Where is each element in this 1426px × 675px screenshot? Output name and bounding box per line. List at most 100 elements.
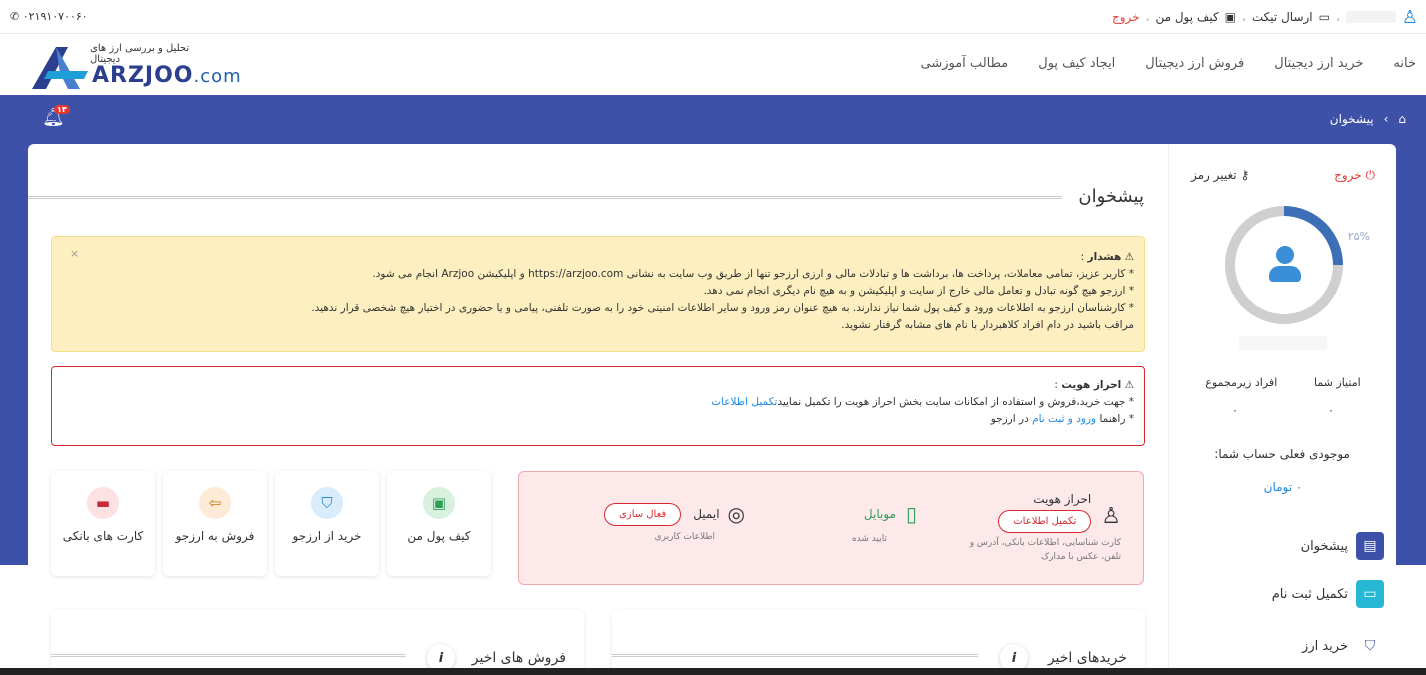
subs-label: افراد زیرمجموع — [1205, 376, 1278, 389]
ring-inner — [1235, 216, 1333, 314]
power-icon: ⏻ — [1365, 168, 1376, 182]
verification-status: ♙ احراز هویت تکمیل اطلاعات کارت شناسایی،… — [518, 471, 1144, 585]
activate-email-button[interactable]: فعال سازی — [604, 502, 682, 526]
balance-label: موجودی فعلی حساب شما: — [1214, 447, 1350, 461]
logo-mark-icon — [32, 47, 88, 89]
breadcrumb: ⌂ › پیشخوان — [1330, 112, 1406, 126]
sidebar-item-label: تکمیل ثبت نام — [1271, 586, 1348, 602]
sidebar-item-dashboard[interactable]: ▤ پیشخوان — [1168, 528, 1396, 564]
tile-my-wallet[interactable]: ▣ کیف پول من — [387, 471, 491, 576]
nav-buy-crypto[interactable]: خرید ارز دیجیتال — [1274, 56, 1363, 71]
panel-divider — [612, 654, 978, 657]
tile-label: کیف پول من — [407, 529, 471, 543]
change-password-link[interactable]: ⚷ تغییر رمز — [1191, 168, 1249, 183]
tile-bank-cards[interactable]: ▬ کارت های بانکی — [51, 471, 155, 576]
progress-percent: ۲۵% — [1347, 230, 1370, 243]
nav-sell-crypto[interactable]: فروش ارز دیجیتال — [1145, 56, 1244, 71]
phone-number[interactable]: ✆ ۰۲۱۹۱۰۷۰۰۶۰ — [10, 10, 88, 23]
wallet-icon: ▣ — [423, 487, 455, 519]
tile-sell[interactable]: ⇦ فروش به ارزجو — [163, 471, 267, 576]
phone-icon: ✆ — [10, 10, 20, 23]
top-bar: ✆ ۰۲۱۹۱۰۷۰۰۶۰ ♙ ، ▭ ارسال تیکت ، ▣ کیف پ… — [0, 0, 1426, 34]
wallet-link[interactable]: کیف پول من — [1155, 10, 1218, 24]
points-label: امتیاز شما — [1313, 376, 1361, 389]
identity-status-desc: کارت شناسایی، اطلاعات بانکی، آدرس و تلفن… — [969, 538, 1121, 562]
identity-line-2: * راهنما ورود و ثبت نام در ارزجو — [990, 413, 1134, 425]
globe-icon: ◎ — [727, 502, 745, 526]
tile-label: فروش به ارزجو — [175, 529, 255, 543]
username-blurred — [1239, 336, 1327, 350]
mobile-status: ▯ موبایل تایید شده — [797, 502, 917, 546]
sidebar-item-complete-registration[interactable]: ▭ تکمیل ثبت نام — [1168, 576, 1396, 612]
home-icon[interactable]: ⌂ — [1398, 112, 1406, 126]
taskbar — [0, 668, 1426, 675]
logo[interactable]: تحلیل و بررسی ارز های دیجیتال ARZJOO.com — [30, 41, 241, 91]
mobile-status-desc: تایید شده — [851, 534, 887, 544]
email-status-desc: اطلاعات کاربری — [654, 532, 715, 542]
sidebar-logout[interactable]: ⏻ خروج — [1334, 168, 1375, 183]
complete-info-link[interactable]: تکمیل اطلاعات — [711, 396, 777, 408]
warning-heading: ⚠ هشدار : — [1080, 251, 1134, 263]
separator: ، — [1242, 10, 1246, 24]
key-icon: ⚷ — [1240, 168, 1250, 182]
top-links: ♙ ، ▭ ارسال تیکت ، ▣ کیف پول من ، خروج — [1112, 4, 1418, 30]
panel-title: فروش های اخیر — [471, 650, 566, 666]
phone-text: ۰۲۱۹۱۰۷۰۰۶۰ — [22, 10, 88, 23]
identity-alert: ⚠ احراز هویت : * جهت خرید،فروش و استفاده… — [51, 366, 1145, 446]
identity-heading: ⚠ احراز هویت : — [1054, 379, 1134, 391]
warning-line-2: * ارزجو هیچ گونه تبادل و تعامل مالی خارج… — [703, 285, 1134, 297]
shopping-bag-icon: ⛉ — [1364, 638, 1376, 654]
logo-tagline: تحلیل و بررسی ارز های دیجیتال — [90, 43, 190, 65]
send-ticket-link[interactable]: ارسال تیکت — [1252, 10, 1313, 24]
user-icon[interactable]: ♙ — [1402, 7, 1418, 28]
close-icon[interactable]: × — [70, 245, 79, 262]
tile-label: خرید از ارزجو — [292, 529, 362, 543]
points-value: ۰ — [1328, 404, 1334, 417]
email-status: ◎ ایمیل فعال سازی اطلاعات کاربری — [545, 502, 745, 544]
sell-bag-icon: ⇦ — [199, 487, 231, 519]
notification-bell-icon[interactable]: 🔔︎ ۱۳ — [42, 105, 70, 128]
complete-info-button[interactable]: تکمیل اطلاعات — [998, 510, 1092, 533]
sidebar-item-label: خرید ارز — [1302, 638, 1348, 654]
tablet-icon: ▯ — [905, 502, 917, 526]
logo-brand: ARZJOO.com — [92, 63, 242, 88]
title-divider — [28, 196, 1062, 199]
subs-value: ۰ — [1232, 404, 1238, 417]
wallet-icon: ▣ — [1224, 10, 1237, 24]
stats-values: ۰ ۰ — [1169, 404, 1397, 417]
nav-home[interactable]: خانه — [1393, 56, 1416, 71]
sidebar: ⏻ خروج ⚷ تغییر رمز ۲۵% امتیاز شما افراد … — [1168, 144, 1396, 675]
warning-alert: × ⚠ هشدار : * کاربر عزیز، تمامی معاملات،… — [51, 236, 1145, 352]
id-card-icon: ▭ — [1356, 580, 1384, 608]
user-outline-icon: ♙ — [1101, 504, 1121, 529]
warning-icon: ⚠ — [1124, 379, 1134, 391]
identity-status: ♙ احراز هویت تکمیل اطلاعات کارت شناسایی،… — [921, 492, 1121, 564]
nav-tutorials[interactable]: مطالب آموزشی — [921, 56, 1009, 71]
recent-sales-panel: i فروش های اخیر — [51, 610, 584, 675]
nav-create-wallet[interactable]: ایجاد کیف پول — [1038, 56, 1115, 71]
page-title: پیشخوان — [1078, 186, 1144, 207]
tile-buy[interactable]: ⛉ خرید از ارزجو — [275, 471, 379, 576]
ticket-icon: ▭ — [1318, 10, 1330, 24]
identity-line-1: * جهت خرید،فروش و استفاده از امکانات سای… — [711, 396, 1134, 408]
breadcrumb-current: پیشخوان — [1329, 112, 1374, 126]
sidebar-item-label: پیشخوان — [1300, 538, 1348, 554]
email-status-title: ایمیل — [693, 507, 720, 521]
mobile-status-title: موبایل — [863, 507, 896, 521]
login-guide-link[interactable]: ورود و ثبت نام — [1032, 413, 1096, 425]
profile-progress-ring — [1225, 206, 1343, 324]
warning-line-3: * کارشناسان ارزجو به اطلاعات ورود و کیف … — [311, 302, 1134, 314]
dashboard-card: ⏻ خروج ⚷ تغییر رمز ۲۵% امتیاز شما افراد … — [28, 144, 1396, 675]
panel-title: خریدهای اخیر — [1047, 650, 1127, 666]
warning-icon: ⚠ — [1124, 251, 1134, 263]
separator: ، — [1145, 10, 1150, 24]
warning-line-1: * کاربر عزیز، تمامی معاملات، پرداخت ها، … — [372, 268, 1134, 280]
credit-card-icon: ▬ — [87, 487, 119, 519]
username-blurred — [1345, 11, 1396, 23]
avatar — [1269, 246, 1301, 284]
nav-menu: خانه خرید ارز دیجیتال فروش ارز دیجیتال ا… — [921, 56, 1417, 71]
logout-link[interactable]: خروج — [1112, 10, 1140, 24]
sidebar-item-buy-currency[interactable]: ⛉ خرید ارز — [1168, 628, 1396, 664]
page-title-row: پیشخوان — [28, 184, 1168, 214]
clipboard-icon: ▤ — [1356, 532, 1384, 560]
